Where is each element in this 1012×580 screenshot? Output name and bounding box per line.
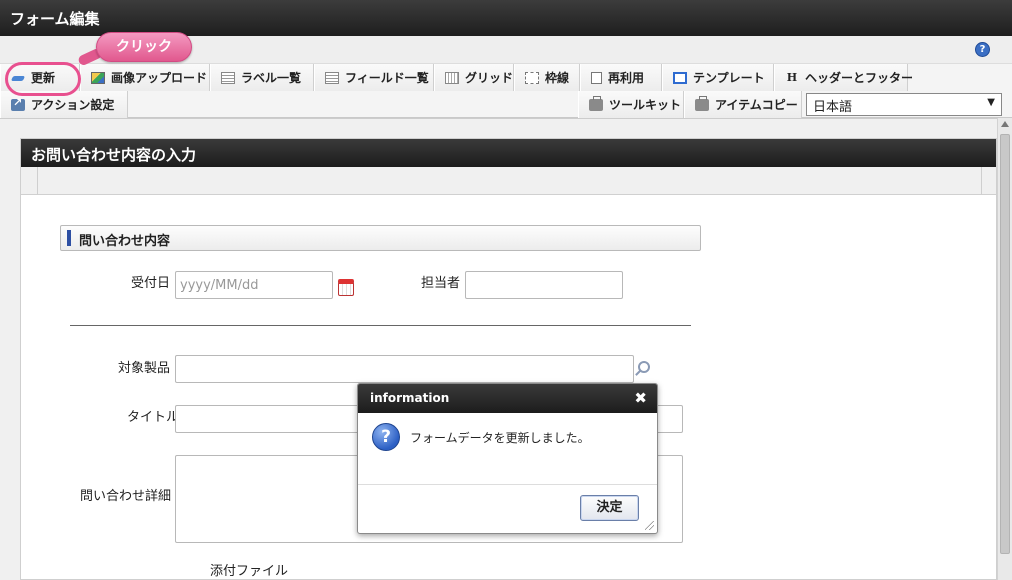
field-list-button[interactable]: フィールド一覧 — [314, 64, 434, 91]
header-footer-label: ヘッダーとフッター — [805, 71, 914, 85]
toolkit-button[interactable]: ツールキット — [578, 91, 684, 118]
divider — [70, 325, 691, 326]
click-callout: クリック — [96, 32, 192, 62]
scroll-thumb[interactable] — [1000, 134, 1010, 554]
border-button[interactable]: 枠線 — [514, 64, 580, 91]
reuse-button[interactable]: 再利用 — [580, 64, 662, 91]
product-input[interactable] — [175, 355, 634, 383]
language-value: 日本語 — [813, 100, 853, 115]
reuse-label: 再利用 — [608, 71, 645, 85]
dialog-title: information — [370, 391, 450, 405]
action-settings-button[interactable]: アクション設定 — [0, 91, 128, 118]
dialog-message: フォームデータを更新しました。 — [410, 431, 590, 445]
grid-button[interactable]: グリッド — [434, 64, 514, 91]
help-icon[interactable]: ? — [975, 42, 990, 57]
vertical-scrollbar[interactable] — [997, 118, 1012, 580]
header-icon: H — [786, 70, 798, 84]
information-dialog: information ✖ ? フォームデータを更新しました。 決定 — [357, 383, 658, 534]
update-icon — [11, 72, 25, 84]
search-icon[interactable] — [638, 361, 650, 373]
window-title: フォーム編集 — [0, 0, 1012, 36]
calendar-icon[interactable] — [338, 279, 354, 296]
chevron-down-icon: ▼ — [987, 97, 995, 108]
assignee-label: 担当者 — [421, 276, 461, 291]
toolbar: 更新 画像アップロード ラベル一覧 フィールド一覧 グリッド 枠線 再利用 テン… — [0, 64, 1012, 118]
field-list-label: フィールド一覧 — [345, 71, 429, 85]
form-header-band — [21, 167, 996, 195]
template-button[interactable]: テンプレート — [662, 64, 774, 91]
grid-label: グリッド — [465, 71, 514, 85]
product-label: 対象製品 — [118, 361, 171, 376]
briefcase-icon — [695, 95, 709, 111]
title-label: タイトル — [127, 410, 180, 425]
image-icon — [91, 71, 105, 84]
document-icon — [591, 71, 602, 84]
update-button[interactable]: 更新 — [0, 64, 80, 91]
template-label: テンプレート — [693, 71, 765, 85]
action-icon — [11, 96, 25, 111]
list-icon — [325, 71, 339, 84]
assignee-input[interactable] — [465, 271, 623, 299]
toolkit-label: ツールキット — [609, 98, 682, 112]
dialog-body: ? フォームデータを更新しました。 — [358, 413, 657, 485]
toolbar-row-2: アクション設定 ツールキット アイテムコピー 日本語 ▼ — [0, 91, 1012, 118]
image-upload-button[interactable]: 画像アップロード — [80, 64, 210, 91]
language-select[interactable]: 日本語 ▼ — [806, 93, 1002, 116]
action-settings-label: アクション設定 — [31, 98, 115, 112]
toolbar-row-1: 更新 画像アップロード ラベル一覧 フィールド一覧 グリッド 枠線 再利用 テン… — [0, 64, 913, 91]
frame-icon — [525, 71, 539, 84]
update-button-label: 更新 — [31, 71, 56, 85]
image-upload-label: 画像アップロード — [111, 71, 208, 85]
item-copy-button[interactable]: アイテムコピー — [684, 91, 802, 118]
scroll-up-arrow[interactable] — [1001, 121, 1009, 127]
template-icon — [673, 71, 687, 84]
close-icon[interactable]: ✖ — [634, 389, 647, 407]
list-icon — [221, 71, 235, 84]
attachment-label: 添付ファイル — [210, 564, 289, 579]
dialog-header: information ✖ — [358, 384, 657, 413]
briefcase-icon — [589, 95, 603, 111]
section-heading: 問い合わせ内容 — [60, 225, 701, 251]
grid-icon — [445, 71, 459, 84]
detail-label: 問い合わせ詳細 — [80, 489, 172, 504]
question-icon: ? — [372, 423, 400, 451]
receipt-date-label: 受付日 — [131, 276, 171, 291]
resize-grip-icon[interactable] — [645, 521, 654, 530]
border-label: 枠線 — [545, 71, 570, 85]
form-title: お問い合わせ内容の入力 — [21, 139, 996, 167]
label-list-button[interactable]: ラベル一覧 — [210, 64, 314, 91]
label-list-label: ラベル一覧 — [241, 71, 302, 85]
header-footer-button[interactable]: H ヘッダーとフッター — [774, 64, 913, 91]
item-copy-label: アイテムコピー — [715, 98, 798, 112]
receipt-date-input[interactable]: yyyy/MM/dd — [175, 271, 333, 299]
ok-button[interactable]: 決定 — [580, 495, 639, 521]
